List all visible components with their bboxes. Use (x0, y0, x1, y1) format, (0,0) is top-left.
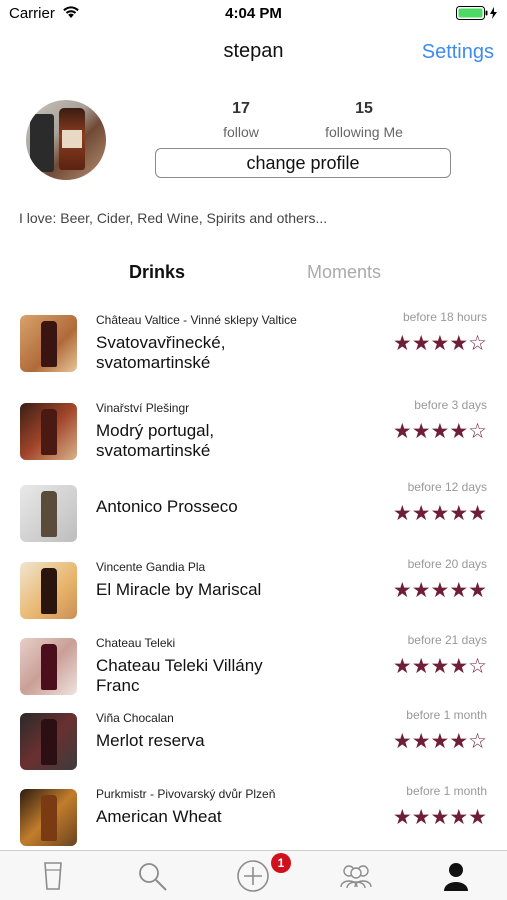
drink-timestamp: before 1 month (406, 708, 487, 722)
star-filled-icon: ★ (411, 502, 431, 525)
star-filled-icon: ★ (392, 332, 412, 355)
drink-thumbnail (20, 713, 77, 770)
tab-drinks[interactable]: Drinks (129, 262, 185, 283)
drink-thumbnail (20, 789, 77, 846)
star-filled-icon: ★ (449, 420, 469, 443)
add-circle-icon[interactable] (236, 859, 270, 893)
drink-producer: Purkmistr - Pivovarský dvůr Plzeň (96, 787, 276, 801)
glass-icon[interactable] (36, 859, 70, 893)
star-filled-icon: ★ (449, 332, 469, 355)
star-filled-icon: ★ (430, 730, 450, 753)
drink-producer: Chateau Teleki (96, 636, 176, 650)
drink-thumbnail (20, 638, 77, 695)
star-filled-icon: ★ (392, 655, 412, 678)
star-filled-icon: ★ (392, 420, 412, 443)
bio-text: I love: Beer, Cider, Red Wine, Spirits a… (19, 210, 328, 226)
rating-stars: ★★★★☆ (393, 729, 487, 754)
tab-bar (0, 850, 507, 900)
star-filled-icon: ★ (449, 806, 469, 829)
drink-producer: Vincente Gandia Pla (96, 560, 206, 574)
rating-stars: ★★★★☆ (393, 331, 487, 356)
star-filled-icon: ★ (449, 579, 469, 602)
drink-row[interactable]: Château Valtice - Vinné sklepy Valtice Sv… (0, 305, 507, 377)
search-icon[interactable] (135, 859, 169, 893)
drink-row[interactable]: Purkmistr - Pivovarský dvůr Plzeň America… (0, 779, 507, 851)
follow-label: follow (223, 124, 259, 140)
drink-timestamp: before 1 month (406, 784, 487, 798)
follow-count: 17 (232, 100, 250, 117)
following-stat[interactable]: 15 following Me (310, 100, 418, 140)
notification-badge: 1 (271, 853, 291, 873)
drink-name: American Wheat (96, 807, 222, 826)
star-filled-icon: ★ (449, 502, 469, 525)
drink-row[interactable]: Vinařství Plešingr Modrý portugal, svatom… (0, 393, 507, 465)
star-filled-icon: ★ (392, 806, 412, 829)
drink-producer: Viña Chocalan (96, 711, 174, 725)
follow-stat[interactable]: 17 follow (204, 100, 278, 140)
star-filled-icon: ★ (468, 579, 487, 602)
star-filled-icon: ★ (411, 420, 431, 443)
star-empty-icon: ☆ (468, 730, 487, 753)
drink-row[interactable]: Antonico Prosseco before 12 days ★★★★★ (0, 475, 507, 547)
drink-thumbnail (20, 562, 77, 619)
drink-timestamp: before 18 hours (402, 310, 487, 324)
friends-icon[interactable] (337, 859, 375, 893)
star-filled-icon: ★ (411, 579, 431, 602)
battery-charging-icon (456, 6, 497, 20)
drink-timestamp: before 21 days (407, 633, 487, 647)
drink-timestamp: before 3 days (414, 398, 487, 412)
star-filled-icon: ★ (392, 502, 412, 525)
drink-name: Svatovavřinecké, svatomartinské (96, 333, 226, 372)
drink-name: Merlot reserva (96, 731, 205, 750)
rating-stars: ★★★★★ (393, 501, 487, 526)
star-filled-icon: ★ (411, 655, 431, 678)
rating-stars: ★★★★★ (393, 578, 487, 603)
following-count: 15 (355, 100, 373, 117)
star-filled-icon: ★ (430, 806, 450, 829)
star-filled-icon: ★ (468, 502, 487, 525)
star-filled-icon: ★ (449, 730, 469, 753)
drink-row[interactable]: Viña Chocalan Merlot reserva before 1 mont… (0, 703, 507, 775)
star-empty-icon: ☆ (468, 655, 487, 678)
rating-stars: ★★★★☆ (393, 654, 487, 679)
star-filled-icon: ★ (411, 332, 431, 355)
settings-button[interactable]: Settings (422, 41, 494, 64)
drink-thumbnail (20, 403, 77, 460)
clock: 4:04 PM (225, 5, 282, 22)
star-filled-icon: ★ (430, 420, 450, 443)
drink-producer: Château Valtice - Vinné sklepy Valtice (96, 313, 297, 327)
rating-stars: ★★★★★ (393, 805, 487, 830)
star-filled-icon: ★ (411, 806, 431, 829)
avatar[interactable] (26, 100, 106, 180)
drink-producer: Vinařství Plešingr (96, 401, 190, 415)
drink-timestamp: before 20 days (407, 557, 487, 571)
drink-name: Chateau Teleki Villány Franc (96, 656, 263, 695)
star-filled-icon: ★ (411, 730, 431, 753)
drink-row[interactable]: Vincente Gandia Pla El Miracle by Marisca… (0, 552, 507, 624)
status-bar: Carrier 4:04 PM (0, 0, 507, 28)
star-empty-icon: ☆ (468, 420, 487, 443)
star-empty-icon: ☆ (468, 332, 487, 355)
star-filled-icon: ★ (449, 655, 469, 678)
rating-stars: ★★★★☆ (393, 419, 487, 444)
tab-moments[interactable]: Moments (307, 262, 381, 283)
star-filled-icon: ★ (468, 806, 487, 829)
star-filled-icon: ★ (430, 579, 450, 602)
drink-name: El Miracle by Mariscal (96, 580, 262, 599)
star-filled-icon: ★ (430, 502, 450, 525)
drink-row[interactable]: Chateau Teleki Chateau Teleki Villány Fra… (0, 628, 507, 700)
star-filled-icon: ★ (392, 579, 412, 602)
drink-thumbnail (20, 485, 77, 542)
following-label: following Me (325, 124, 403, 140)
drink-thumbnail (20, 315, 77, 372)
profile-icon[interactable] (439, 859, 473, 893)
drink-name: Antonico Prosseco (96, 497, 238, 516)
drink-timestamp: before 12 days (407, 480, 487, 494)
change-profile-button[interactable]: change profile (155, 148, 451, 178)
star-filled-icon: ★ (430, 332, 450, 355)
star-filled-icon: ★ (430, 655, 450, 678)
star-filled-icon: ★ (392, 730, 412, 753)
drink-name: Modrý portugal, svatomartinské (96, 421, 215, 460)
